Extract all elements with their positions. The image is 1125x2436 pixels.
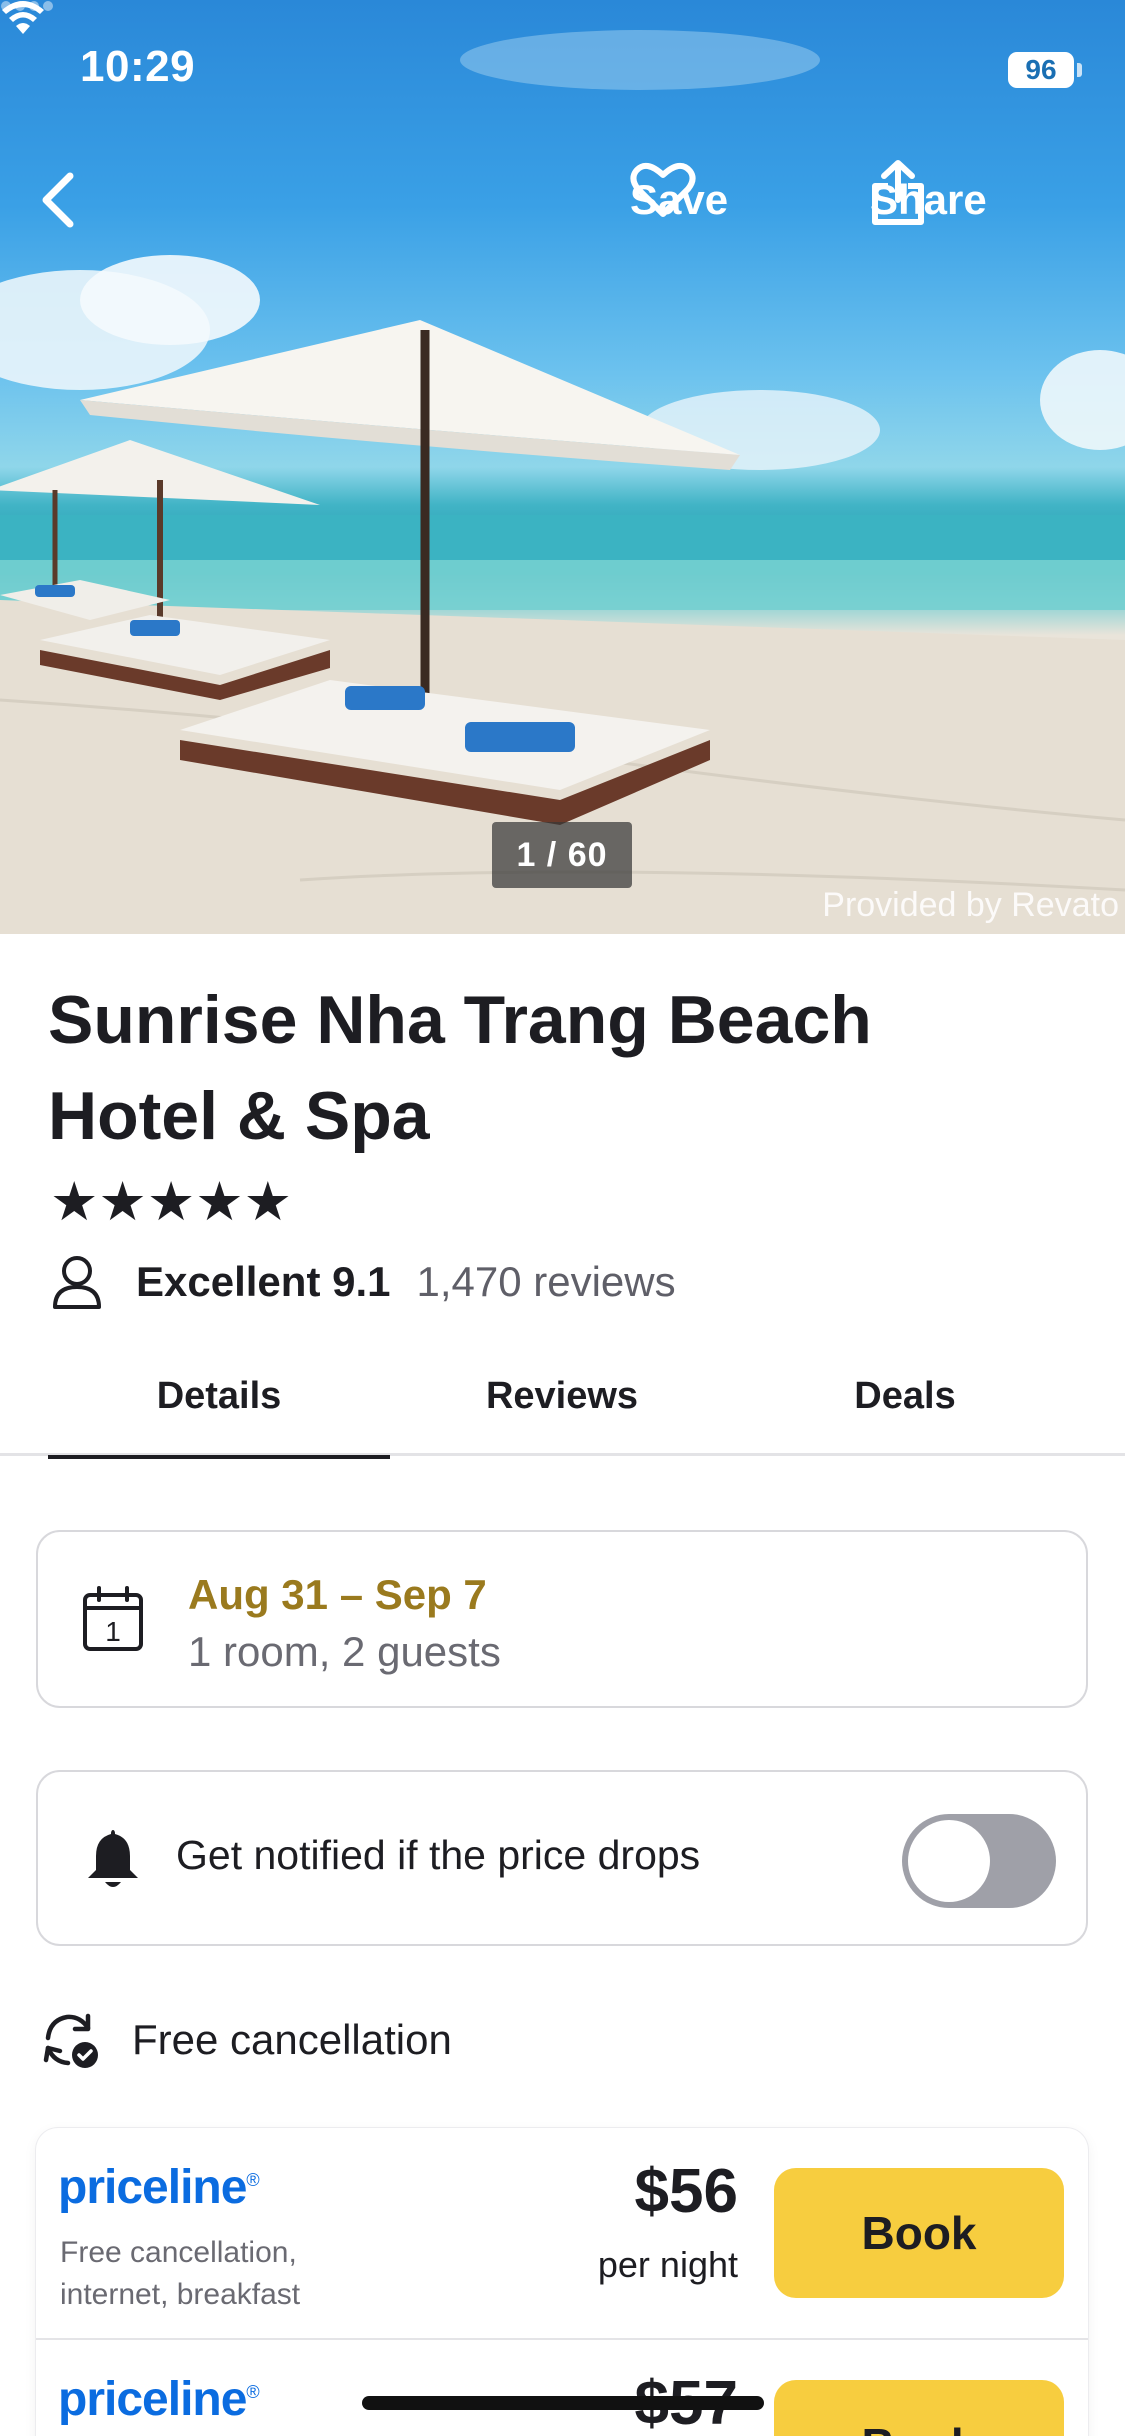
calendar-day: 1 bbox=[105, 1616, 121, 1647]
dates-text: Aug 31 – Sep 7 1 room, 2 guests bbox=[188, 1568, 501, 1682]
hotel-name: Sunrise Nha Trang Beach Hotel & Spa bbox=[48, 982, 872, 1154]
deal-price-unit: per night bbox=[597, 2244, 738, 2285]
beach-photo-illustration bbox=[0, 30, 1125, 934]
deal-row[interactable]: priceline® $57 Book bbox=[36, 2338, 1088, 2436]
status-bar: 10:29 96 bbox=[0, 0, 1125, 140]
star-icons: ★★★★★ bbox=[50, 1172, 293, 1232]
hero-photo[interactable]: 10:29 96 Save Share 1 / 60 Provided by R… bbox=[0, 0, 1125, 934]
free-cancellation-label: Free cancellation bbox=[132, 2016, 452, 2063]
rooms-guests: 1 room, 2 guests bbox=[188, 1628, 501, 1675]
calendar-icon: 1 bbox=[83, 1586, 143, 1651]
provider-mark: ® bbox=[246, 2382, 259, 2402]
share-icon bbox=[872, 160, 924, 225]
book-button[interactable]: Book bbox=[774, 2168, 1064, 2298]
save-button[interactable]: Save bbox=[630, 160, 830, 240]
photo-credit: Provided by Revato bbox=[822, 886, 1119, 924]
photo-counter: 1 / 60 bbox=[492, 822, 632, 888]
person-icon bbox=[53, 1256, 101, 1309]
share-button[interactable]: Share bbox=[870, 160, 1090, 240]
home-indicator[interactable] bbox=[362, 2396, 764, 2410]
deal-description: Free cancellation, internet, breakfast bbox=[60, 2236, 301, 2311]
provider-mark: ® bbox=[246, 2170, 259, 2190]
battery-cap bbox=[1077, 63, 1082, 77]
heart-icon bbox=[630, 162, 696, 217]
book-button[interactable]: Book bbox=[774, 2380, 1064, 2436]
tab-details[interactable]: Details bbox=[48, 1336, 390, 1459]
date-range: Aug 31 – Sep 7 bbox=[188, 1571, 487, 1618]
price-alert-toggle[interactable] bbox=[902, 1814, 1056, 1908]
deal-price: $56 bbox=[634, 2157, 738, 2226]
bell-icon bbox=[88, 1830, 138, 1887]
tab-deals[interactable]: Deals bbox=[734, 1336, 1076, 1456]
price-alert-label: Get notified if the price drops bbox=[176, 1832, 701, 1878]
star-rating: ★★★★★ bbox=[50, 1174, 292, 1230]
deal-row[interactable]: priceline® Free cancellation, internet, … bbox=[36, 2128, 1088, 2338]
dates-guests-card[interactable]: 1 Aug 31 – Sep 7 1 room, 2 guests bbox=[36, 1530, 1088, 1708]
price-alert-card: Get notified if the price drops bbox=[36, 1770, 1088, 1946]
deals-list: priceline® Free cancellation, internet, … bbox=[36, 2128, 1088, 2436]
rating-label: Excellent 9.1 bbox=[136, 1258, 391, 1305]
refresh-check-icon bbox=[43, 2013, 98, 2068]
provider-logo: priceline® bbox=[58, 2372, 260, 2427]
rating-row[interactable]: Excellent 9.1 1,470 reviews bbox=[52, 1252, 676, 1312]
chevron-left-icon bbox=[42, 172, 74, 228]
battery-indicator: 96 bbox=[1008, 52, 1074, 88]
toggle-knob bbox=[908, 1820, 990, 1902]
provider-logo: priceline® bbox=[58, 2160, 260, 2215]
status-time: 10:29 bbox=[80, 42, 196, 91]
tab-reviews[interactable]: Reviews bbox=[391, 1336, 733, 1456]
free-cancellation-filter[interactable]: Free cancellation bbox=[40, 2008, 452, 2072]
section-tabs: Details Reviews Deals bbox=[0, 1336, 1125, 1459]
back-button[interactable] bbox=[30, 160, 90, 240]
provider-name: priceline bbox=[58, 2161, 247, 2214]
wifi-icon bbox=[2, 1, 44, 34]
provider-name: priceline bbox=[58, 2373, 247, 2426]
review-count[interactable]: 1,470 reviews bbox=[416, 1258, 675, 1306]
hotel-detail-screen: 10:29 96 Save Share 1 / 60 Provided by R… bbox=[0, 0, 1125, 2436]
